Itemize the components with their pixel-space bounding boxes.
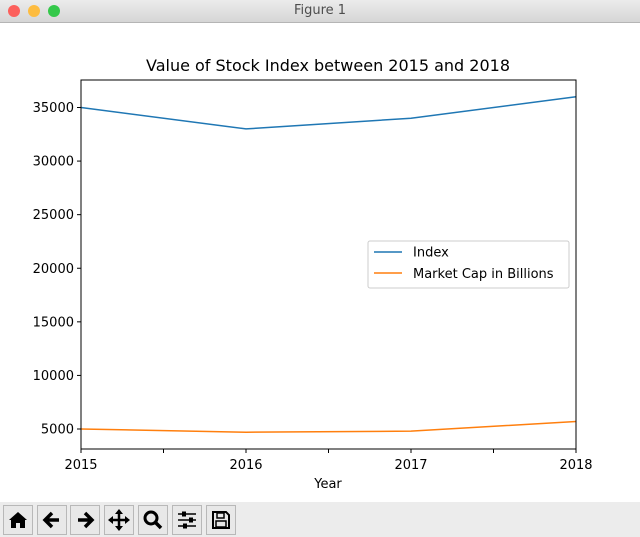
save-icon bbox=[212, 511, 230, 529]
x-tick-label: 2017 bbox=[394, 458, 427, 473]
legend: Index Market Cap in Billions bbox=[367, 240, 570, 289]
y-tick-label: 30000 bbox=[33, 155, 74, 170]
legend-label-market-cap: Market Cap in Billions bbox=[413, 267, 554, 282]
y-tick-label: 15000 bbox=[33, 315, 74, 330]
home-button[interactable] bbox=[3, 505, 33, 535]
pan-icon bbox=[108, 509, 130, 531]
y-tick-label: 20000 bbox=[33, 262, 74, 277]
x-tick-label: 2016 bbox=[229, 458, 262, 473]
pan-button[interactable] bbox=[104, 505, 134, 535]
zoom-button-tool[interactable] bbox=[138, 505, 168, 535]
save-button[interactable] bbox=[206, 505, 236, 535]
configure-subplots-icon bbox=[178, 511, 196, 529]
back-arrow-icon bbox=[42, 511, 59, 529]
series-line-1 bbox=[80, 420, 577, 433]
window-titlebar: Figure 1 bbox=[0, 0, 640, 23]
navigation-toolbar bbox=[0, 502, 640, 537]
configure-subplots-button[interactable] bbox=[172, 505, 202, 535]
series-line-0 bbox=[80, 96, 577, 130]
zoom-magnifier-icon bbox=[143, 510, 163, 530]
back-button[interactable] bbox=[37, 505, 67, 535]
x-axis-label: Year bbox=[313, 477, 342, 492]
minimize-button[interactable] bbox=[28, 5, 40, 17]
x-tick-label: 2015 bbox=[64, 458, 97, 473]
y-tick-label: 35000 bbox=[33, 101, 74, 116]
forward-arrow-icon bbox=[78, 511, 95, 529]
home-icon bbox=[9, 512, 27, 528]
window-title: Figure 1 bbox=[293, 3, 347, 18]
x-tick-label: 2018 bbox=[559, 458, 592, 473]
close-button[interactable] bbox=[8, 5, 20, 17]
chart: Value of Stock Index between 2015 and 20… bbox=[33, 56, 593, 492]
y-tick-label: 5000 bbox=[41, 423, 74, 438]
zoom-button[interactable] bbox=[48, 5, 60, 17]
chart-title: Value of Stock Index between 2015 and 20… bbox=[146, 56, 510, 75]
forward-button[interactable] bbox=[70, 505, 100, 535]
y-tick-label: 25000 bbox=[33, 208, 74, 223]
y-tick-label: 10000 bbox=[33, 369, 74, 384]
legend-label-index: Index bbox=[413, 246, 449, 261]
